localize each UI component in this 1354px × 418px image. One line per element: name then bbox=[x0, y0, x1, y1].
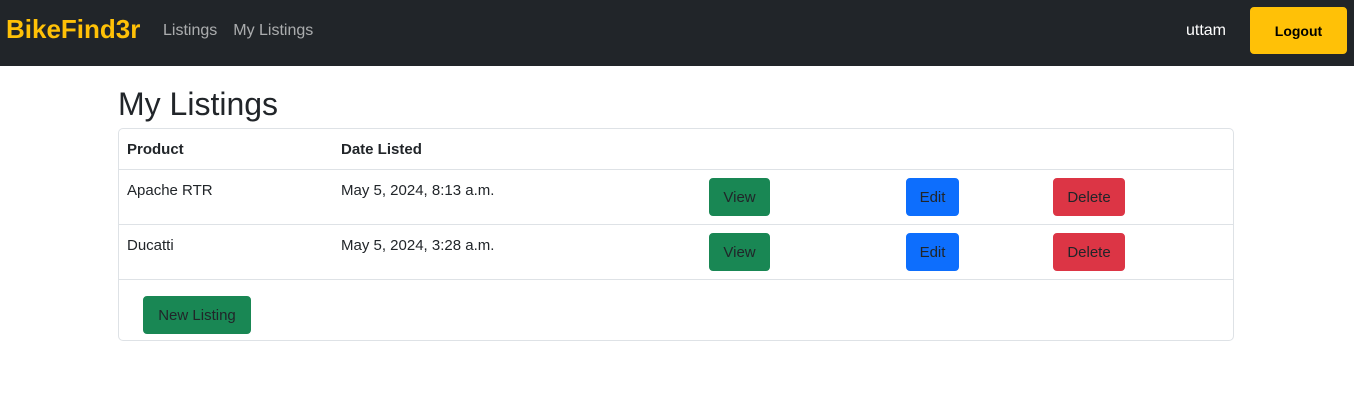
navbar: BikeFind3r Listings My Listings uttam Lo… bbox=[0, 0, 1354, 66]
username: uttam bbox=[1185, 22, 1226, 39]
nav-link-my-listings[interactable]: My Listings bbox=[233, 20, 313, 42]
product-name: Apache RTR bbox=[127, 182, 213, 199]
nav-link-listings[interactable]: Listings bbox=[163, 20, 217, 42]
edit-button[interactable]: Edit bbox=[906, 233, 959, 271]
logout-button[interactable]: Logout bbox=[1250, 7, 1347, 54]
table-row: Apache RTR May 5, 2024, 8:13 a.m. View E… bbox=[119, 170, 1233, 225]
view-button[interactable]: View bbox=[709, 233, 770, 271]
delete-button[interactable]: Delete bbox=[1053, 178, 1125, 216]
product-name: Ducatti bbox=[127, 237, 174, 254]
column-header-product: Product bbox=[127, 141, 184, 158]
page-title: My Listings bbox=[118, 86, 279, 122]
date-listed: May 5, 2024, 8:13 a.m. bbox=[341, 182, 495, 199]
view-button[interactable]: View bbox=[709, 178, 770, 216]
new-listing-button[interactable]: New Listing bbox=[143, 296, 251, 334]
listings-card: Product Date Listed Apache RTR May 5, 20… bbox=[118, 128, 1234, 341]
edit-button[interactable]: Edit bbox=[906, 178, 959, 216]
table-header-row: Product Date Listed bbox=[119, 129, 1233, 170]
brand-link[interactable]: BikeFind3r bbox=[6, 12, 140, 46]
nav-links: Listings My Listings bbox=[163, 20, 313, 42]
date-listed: May 5, 2024, 3:28 a.m. bbox=[341, 237, 495, 254]
delete-button[interactable]: Delete bbox=[1053, 233, 1125, 271]
table-row: Ducatti May 5, 2024, 3:28 a.m. View Edit… bbox=[119, 225, 1233, 280]
column-header-date-listed: Date Listed bbox=[341, 141, 422, 158]
